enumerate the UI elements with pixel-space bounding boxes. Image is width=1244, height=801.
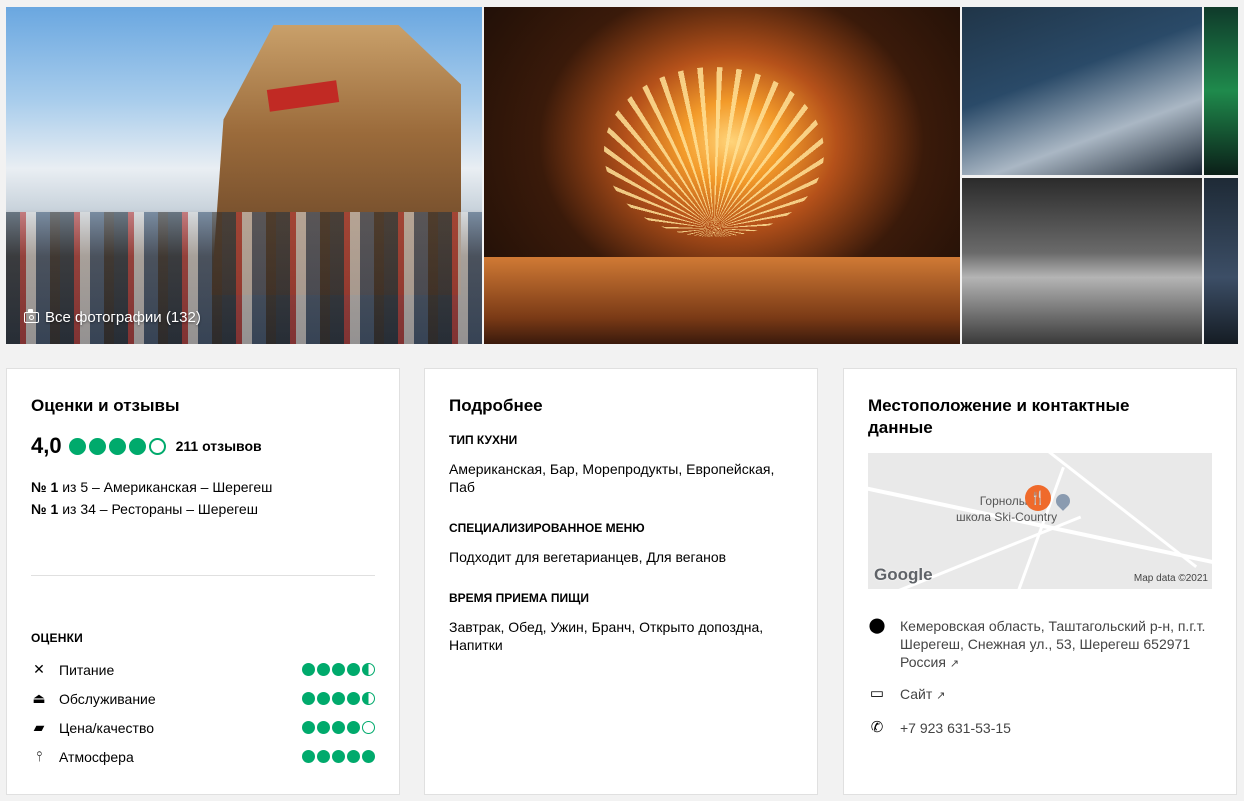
rank-text: из 5 – Американская – Шерегеш xyxy=(62,479,273,495)
photo-extra-1[interactable] xyxy=(1204,7,1238,175)
map-attribution: Map data ©2021 xyxy=(1133,573,1208,584)
address-row[interactable]: ⬤ Кемеровская область, Таштагольский р-н… xyxy=(868,617,1208,673)
details-card: Подробнее ТИП КУХНИ Американская, Бар, М… xyxy=(424,368,818,795)
rating-bubble xyxy=(302,721,315,734)
rating-bubble xyxy=(68,437,86,455)
location-card: Местоположение и контактные данные Горно… xyxy=(843,368,1237,795)
all-photos-label: Все фотографии (132) xyxy=(45,309,201,326)
rank-number: № 1 xyxy=(31,479,59,495)
rating-bubble xyxy=(332,663,345,676)
rating-bubble xyxy=(347,750,360,763)
map-marker-icon: ⬤ xyxy=(868,617,886,634)
snow-slope xyxy=(484,257,960,344)
rating-bubble xyxy=(302,663,315,676)
rating-bubble xyxy=(108,437,126,455)
map[interactable]: Горнолых школа Ski-Country 🍴 Google Map … xyxy=(868,453,1212,589)
atmosphere-icon: ⫯ xyxy=(35,748,43,764)
rank-number: № 1 xyxy=(31,501,59,517)
google-logo: Google xyxy=(874,565,933,584)
photo-ski-lodge[interactable]: Все фотографии (132) xyxy=(6,7,482,344)
map-place-line-2: школа Ski-Country xyxy=(956,510,1058,524)
external-link-icon: ↗ xyxy=(949,658,960,670)
service-bell-icon: ⏏ xyxy=(32,690,46,706)
category-label: Питание xyxy=(59,661,115,678)
meal-times-label: ВРЕМЯ ПРИЕМА ПИЩИ xyxy=(449,591,589,605)
rating-bubble xyxy=(332,750,345,763)
wallet-icon: ▰ xyxy=(33,719,45,735)
phone-icon: ✆ xyxy=(870,719,884,736)
laptop-icon: ▭ xyxy=(869,685,885,702)
category-label: Цена/качество xyxy=(59,719,155,736)
external-link-icon: ↗ xyxy=(936,690,946,702)
ratings-title: Оценки и отзывы xyxy=(31,396,180,415)
rating-bubble xyxy=(302,750,315,763)
category-bubbles xyxy=(302,692,375,705)
category-atmosphere: ⫯ Атмосфера xyxy=(31,748,375,765)
category-food: ✕ Питание xyxy=(31,661,375,678)
location-title: Местоположение и контактные данные xyxy=(868,396,1130,437)
phone-number[interactable]: +7 923 631-53-15 xyxy=(900,719,1011,737)
rating-bubble xyxy=(347,663,360,676)
photo-extra-2[interactable] xyxy=(1204,178,1238,344)
category-label: Атмосфера xyxy=(59,748,134,765)
rank-american[interactable]: № 1 из 5 – Американская – Шерегеш xyxy=(31,479,272,495)
rating-bubble xyxy=(317,692,330,705)
phone-row[interactable]: ✆ +7 923 631-53-15 xyxy=(868,719,1208,737)
fireworks-burst xyxy=(604,67,824,237)
rank-restaurants[interactable]: № 1 из 34 – Рестораны – Шерегеш xyxy=(31,501,258,517)
address-text: Кемеровская область, Таштагольский р-н, … xyxy=(900,618,1206,670)
rating-bubble xyxy=(88,437,106,455)
meal-times-text: Завтрак, Обед, Ужин, Бранч, Открыто допо… xyxy=(449,619,764,653)
rating-bubble xyxy=(362,692,375,705)
rank-text: из 34 – Рестораны – Шерегеш xyxy=(62,501,258,517)
category-service: ⏏ Обслуживание xyxy=(31,690,375,707)
ratings-card: Оценки и отзывы 4,0 211 отзывов № 1 из 5… xyxy=(6,368,400,795)
overall-rating[interactable]: 4,0 211 отзывов xyxy=(31,433,262,459)
category-label: Обслуживание xyxy=(59,690,156,707)
website-link[interactable]: Сайт xyxy=(900,686,932,702)
photo-party[interactable] xyxy=(962,178,1202,344)
rating-bubble xyxy=(362,663,375,676)
special-menu-label: СПЕЦИАЛИЗИРОВАННОЕ МЕНЮ xyxy=(449,521,645,535)
cuisine-label: ТИП КУХНИ xyxy=(449,433,518,447)
divider xyxy=(31,575,375,576)
rating-bubble xyxy=(148,437,166,455)
ratings-section-label: ОЦЕНКИ xyxy=(31,631,83,645)
rating-bubble xyxy=(362,750,375,763)
rating-bubbles xyxy=(68,437,166,455)
photo-fireworks[interactable] xyxy=(484,7,960,344)
special-menu-text: Подходит для вегетарианцев, Для веганов xyxy=(449,549,727,565)
restaurant-pin-icon[interactable]: 🍴 xyxy=(1025,485,1051,511)
utensils-icon: ✕ xyxy=(33,661,45,677)
rating-bubble xyxy=(332,692,345,705)
rating-bubble xyxy=(332,721,345,734)
rating-bubble xyxy=(317,721,330,734)
rating-bubble xyxy=(347,721,360,734)
website-row[interactable]: ▭ Сайт ↗ xyxy=(868,685,1208,705)
all-photos-link[interactable]: Все фотографии (132) xyxy=(24,309,201,326)
rating-bubble xyxy=(302,692,315,705)
category-bubbles xyxy=(302,663,375,676)
photo-gallery: Все фотографии (132) xyxy=(6,7,1238,344)
category-bubbles xyxy=(302,750,375,763)
rating-bubble xyxy=(128,437,146,455)
review-count-link[interactable]: 211 отзывов xyxy=(176,438,262,454)
cuisine-text: Американская, Бар, Морепродукты, Европей… xyxy=(449,461,775,495)
photo-night-lodge[interactable] xyxy=(962,7,1202,175)
rating-bubble xyxy=(317,663,330,676)
details-title: Подробнее xyxy=(449,396,543,415)
category-bubbles xyxy=(302,721,375,734)
rating-bubble xyxy=(347,692,360,705)
rating-score: 4,0 xyxy=(31,433,62,458)
category-value: ▰ Цена/качество xyxy=(31,719,375,736)
rating-bubble xyxy=(317,750,330,763)
camera-icon xyxy=(24,309,39,323)
rating-bubble xyxy=(362,721,375,734)
